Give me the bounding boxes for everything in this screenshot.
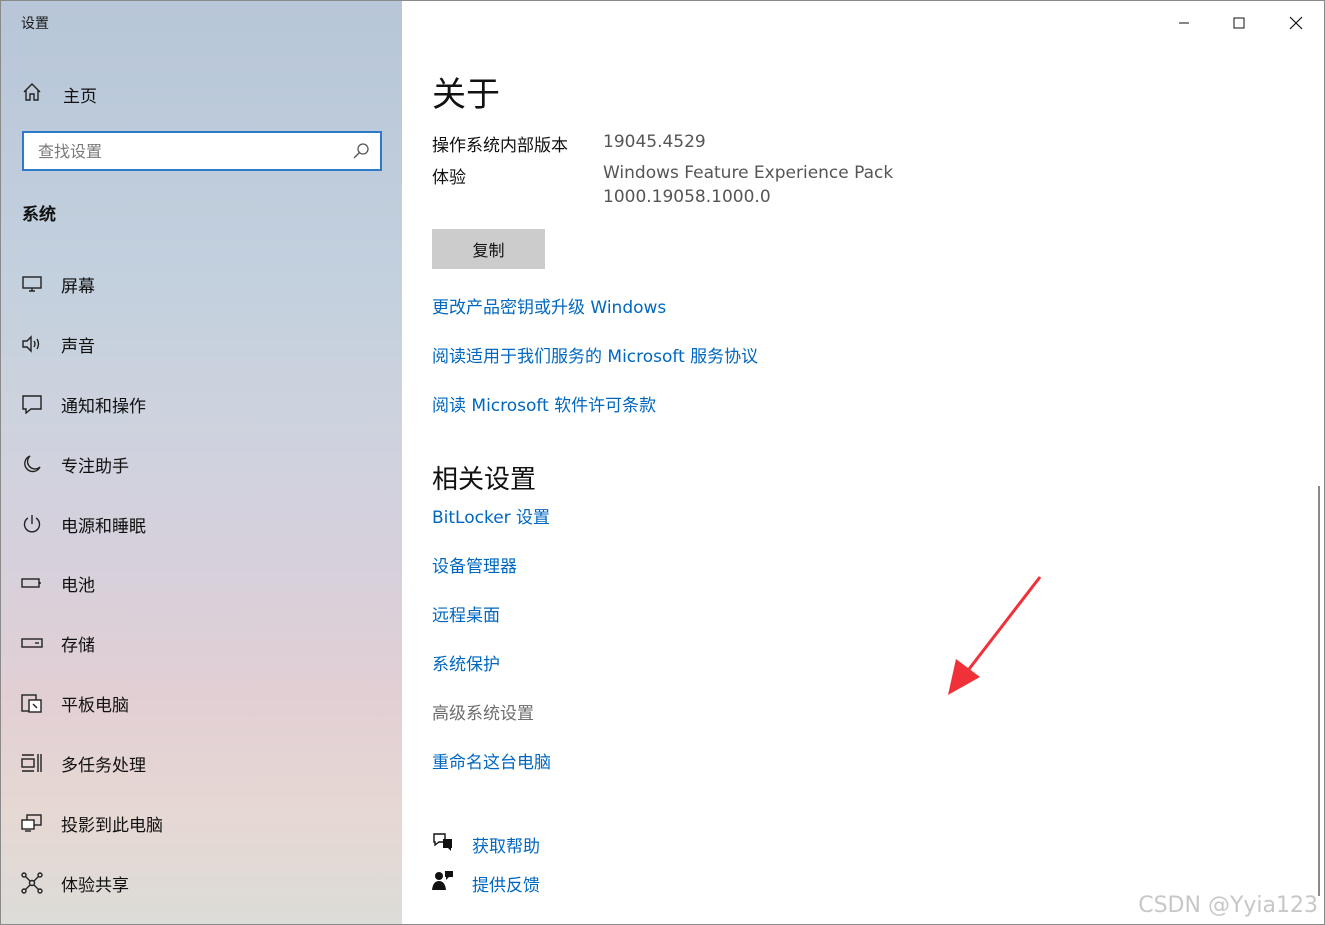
main-content: 关于 操作系统内部版本 19045.4529 体验 Windows Featur…	[402, 1, 1324, 924]
rename-pc-link[interactable]: 重命名这台电脑	[432, 748, 551, 773]
close-icon	[1289, 16, 1303, 30]
sidebar-item-tablet[interactable]: 平板电脑	[21, 688, 381, 718]
speaker-icon	[21, 333, 43, 355]
minimize-icon	[1179, 22, 1189, 24]
give-feedback-label: 提供反馈	[472, 875, 540, 896]
sidebar-item-label: 体验共享	[61, 875, 129, 896]
sidebar-item-label: 投影到此电脑	[61, 815, 163, 836]
app-title: 设置	[21, 16, 49, 32]
monitor-icon	[21, 273, 43, 295]
share-icon	[21, 872, 43, 894]
sidebar-item-storage[interactable]: 存储	[21, 628, 381, 658]
sidebar-item-display[interactable]: 屏幕	[21, 269, 381, 299]
sidebar-item-label: 存储	[61, 635, 95, 656]
home-icon	[21, 81, 43, 107]
sidebar-item-label: 屏幕	[61, 276, 95, 297]
os-build-label: 操作系统内部版本	[432, 136, 568, 156]
search-icon[interactable]	[352, 142, 370, 164]
sidebar-item-label: 平板电脑	[61, 695, 129, 716]
sidebar-item-label: 声音	[61, 336, 95, 357]
settings-window: 设置 主页 系统 屏幕	[0, 0, 1325, 925]
multitask-icon	[21, 752, 43, 774]
give-feedback-link[interactable]: 提供反馈	[432, 870, 540, 896]
close-button[interactable]	[1276, 9, 1316, 37]
search-box[interactable]	[22, 131, 382, 171]
sidebar-item-multitasking[interactable]: 多任务处理	[21, 748, 381, 778]
experience-label: 体验	[432, 168, 466, 188]
os-build-value: 19045.4529	[603, 132, 706, 152]
device-manager-link[interactable]: 设备管理器	[432, 552, 517, 577]
section-title-system: 系统	[22, 205, 56, 225]
tablet-icon	[21, 692, 43, 714]
help-chat-icon	[432, 832, 454, 856]
maximize-icon	[1233, 17, 1245, 29]
maximize-button[interactable]	[1219, 9, 1259, 37]
experience-value-line2: 1000.19058.1000.0	[603, 187, 771, 207]
experience-value-line1: Windows Feature Experience Pack	[603, 163, 894, 183]
bitlocker-settings-link[interactable]: BitLocker 设置	[432, 503, 550, 528]
change-product-key-link[interactable]: 更改产品密钥或升级 Windows	[432, 293, 666, 318]
watermark: CSDN @Yyia123	[1138, 893, 1318, 918]
scrollbar[interactable]	[1318, 486, 1320, 896]
project-icon	[21, 812, 43, 834]
sidebar-item-label: 通知和操作	[61, 396, 146, 417]
storage-icon	[21, 632, 43, 654]
search-input[interactable]	[24, 133, 344, 169]
get-help-link[interactable]: 获取帮助	[432, 831, 540, 857]
sidebar: 设置 主页 系统 屏幕	[1, 1, 402, 924]
annotation-arrow	[948, 576, 1042, 695]
copy-button[interactable]: 复制	[432, 229, 545, 269]
sidebar-item-shared-experiences[interactable]: 体验共享	[21, 868, 381, 898]
sidebar-item-notifications[interactable]: 通知和操作	[21, 389, 381, 419]
battery-icon	[21, 572, 43, 594]
home-label: 主页	[63, 86, 97, 107]
sidebar-item-sound[interactable]: 声音	[21, 329, 381, 359]
remote-desktop-link[interactable]: 远程桌面	[432, 601, 500, 626]
feedback-icon	[432, 870, 454, 896]
get-help-label: 获取帮助	[472, 836, 540, 857]
system-protection-link[interactable]: 系统保护	[432, 650, 500, 675]
sidebar-item-focus-assist[interactable]: 专注助手	[21, 449, 381, 479]
sidebar-item-label: 多任务处理	[61, 755, 146, 776]
moon-icon	[21, 453, 43, 475]
sidebar-item-power-sleep[interactable]: 电源和睡眠	[21, 509, 381, 539]
sidebar-item-label: 电源和睡眠	[61, 516, 146, 537]
sidebar-item-battery[interactable]: 电池	[21, 568, 381, 598]
license-terms-link[interactable]: 阅读 Microsoft 软件许可条款	[432, 391, 656, 416]
home-nav-item[interactable]: 主页	[21, 81, 97, 107]
page-title: 关于	[432, 75, 500, 115]
services-agreement-link[interactable]: 阅读适用于我们服务的 Microsoft 服务协议	[432, 342, 758, 367]
notification-icon	[21, 393, 43, 415]
minimize-button[interactable]	[1164, 9, 1204, 37]
sidebar-item-project[interactable]: 投影到此电脑	[21, 808, 381, 838]
power-icon	[21, 513, 43, 535]
advanced-system-settings-link[interactable]: 高级系统设置	[432, 699, 534, 724]
sidebar-item-label: 专注助手	[61, 456, 129, 477]
related-settings-title: 相关设置	[432, 465, 537, 495]
sidebar-item-label: 电池	[61, 575, 95, 596]
